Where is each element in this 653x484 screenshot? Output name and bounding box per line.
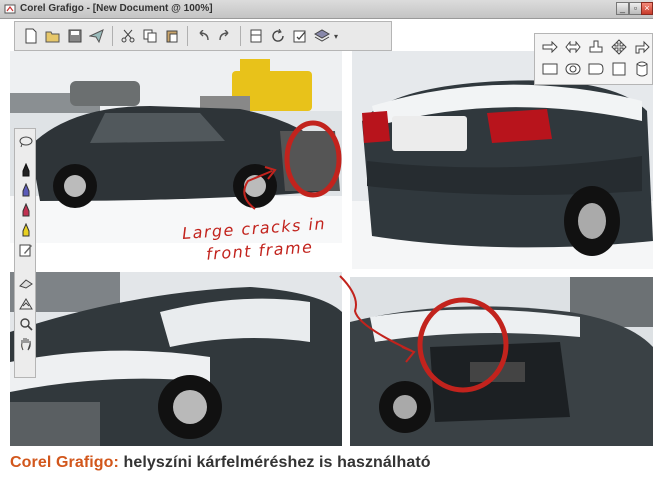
toolbar-dropdown-icon[interactable]: ▾ <box>334 32 338 41</box>
rounded-rect-icon <box>565 63 581 75</box>
damage-circle-bottom <box>417 297 509 393</box>
magnifier-icon <box>19 317 33 331</box>
split-arrow-icon <box>589 40 603 53</box>
toolbar-separator <box>240 26 241 46</box>
app-icon <box>4 4 16 14</box>
window-titlebar: Corel Grafigo - [New Document @ 100%] _ … <box>0 0 653 19</box>
tab-shape-icon <box>588 63 604 75</box>
arrow-split-shape[interactable] <box>587 38 605 56</box>
new-document-icon <box>25 28 37 44</box>
cylinder-shape[interactable] <box>633 60 651 78</box>
pen-blue-tool[interactable] <box>17 181 34 198</box>
caption-text: Corel Grafigo: helyszíni kárfelméréshez … <box>10 454 431 472</box>
document-canvas[interactable]: Large cracks in front frame <box>10 51 653 446</box>
annotation-layer <box>243 120 509 393</box>
damage-circle-top <box>284 120 342 198</box>
main-toolbar: ▾ <box>14 21 392 51</box>
arrow-cross-shape[interactable] <box>610 38 628 56</box>
properties-button[interactable] <box>290 26 310 46</box>
arrow-to-top-circle <box>243 170 273 210</box>
refresh-icon <box>272 29 284 42</box>
minimize-button[interactable]: _ <box>616 2 629 15</box>
undo-icon <box>199 30 209 41</box>
arrow-double-shape[interactable] <box>564 38 582 56</box>
properties-icon <box>293 30 306 43</box>
shape-recognize-tool[interactable] <box>17 295 34 312</box>
shapes-palette <box>534 33 653 85</box>
send-icon <box>89 29 104 43</box>
new-document-button[interactable] <box>21 26 41 46</box>
pen-red-icon <box>22 202 29 216</box>
restore-icon: ▫ <box>633 3 638 13</box>
frame-icon <box>250 29 262 43</box>
open-button[interactable] <box>43 26 63 46</box>
eraser-tool[interactable] <box>17 275 34 292</box>
edit-tool[interactable] <box>17 241 34 258</box>
toolbar-separator <box>112 26 113 46</box>
lasso-icon <box>19 136 32 147</box>
tab-shape[interactable] <box>587 60 605 78</box>
caption-body: helyszíni kárfelméréshez is használható <box>123 454 431 471</box>
refresh-button[interactable] <box>268 26 288 46</box>
arrow-right-icon <box>542 41 558 53</box>
cut-button[interactable] <box>118 26 138 46</box>
caption-brand: Corel Grafigo: <box>10 454 119 471</box>
close-button[interactable]: × <box>641 2 653 15</box>
redo-icon <box>219 30 229 41</box>
save-icon <box>68 29 82 43</box>
arrow-right-shape[interactable] <box>541 38 559 56</box>
highlighter-tool[interactable] <box>17 221 34 238</box>
pan-tool[interactable] <box>17 335 34 352</box>
paste-icon <box>166 30 178 43</box>
copy-icon <box>143 29 157 43</box>
cross-arrow-icon <box>611 39 627 55</box>
cylinder-icon <box>636 61 648 77</box>
highlighter-icon <box>22 222 29 236</box>
square-shape[interactable] <box>610 60 628 78</box>
hand-icon <box>20 337 31 350</box>
rounded-shape[interactable] <box>564 60 582 78</box>
open-folder-icon <box>45 31 60 43</box>
layers-icon <box>314 29 330 42</box>
rectangle-shape[interactable] <box>541 60 559 78</box>
edit-icon <box>19 244 32 256</box>
corner-arrow-icon <box>635 40 650 54</box>
figure-caption: Corel Grafigo: helyszíni kárfelméréshez … <box>0 446 653 484</box>
scissors-icon <box>121 29 135 43</box>
layers-button[interactable] <box>312 26 332 46</box>
rectangle-icon <box>542 63 558 75</box>
eraser-icon <box>18 278 33 289</box>
pen-black-icon <box>22 162 29 176</box>
pen-blue-icon <box>22 182 29 196</box>
pen-red-tool[interactable] <box>17 201 34 218</box>
zoom-tool[interactable] <box>17 315 34 332</box>
undo-button[interactable] <box>193 26 213 46</box>
square-icon <box>612 62 626 76</box>
lasso-tool[interactable] <box>17 133 34 150</box>
send-button[interactable] <box>87 26 107 46</box>
redo-button[interactable] <box>215 26 235 46</box>
frame-button[interactable] <box>246 26 266 46</box>
copy-button[interactable] <box>140 26 160 46</box>
close-icon: × <box>644 3 650 13</box>
arrow-corner-shape[interactable] <box>633 38 651 56</box>
arrow-to-bottom-circle <box>339 275 413 352</box>
save-button[interactable] <box>65 26 85 46</box>
toolbar-separator <box>187 26 188 46</box>
paste-button[interactable] <box>162 26 182 46</box>
shape-recognize-icon <box>18 297 33 309</box>
double-arrow-icon <box>565 41 581 53</box>
window-title: Corel Grafigo - [New Document @ 100%] <box>20 3 213 14</box>
pen-black-tool[interactable] <box>17 161 34 178</box>
minimize-icon: _ <box>619 3 625 13</box>
tools-sidebar <box>14 128 36 378</box>
